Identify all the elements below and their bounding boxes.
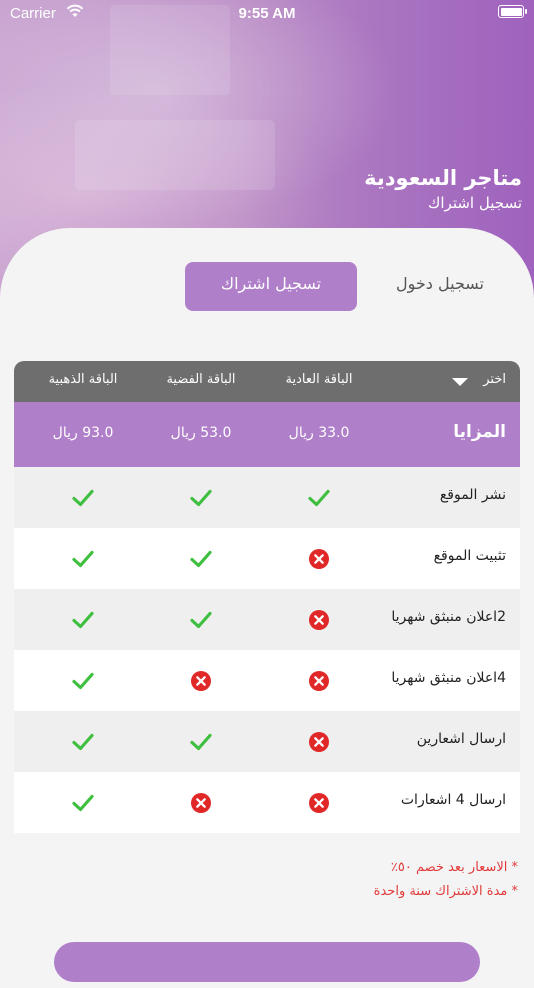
features-label: المزايا <box>453 422 506 442</box>
notes: * الاسعار بعد خصم ٥٠٪ * مدة الاشتراك سنة… <box>374 856 518 904</box>
check-icon <box>142 528 260 589</box>
table-body: نشر الموقع تثبيت الموقع 2اعلان منبثق شهريا… <box>14 467 520 833</box>
feature-label: 2اعلان منبثق شهريا <box>391 609 506 625</box>
column-basic: الباقة العادية <box>285 372 353 387</box>
column-gold: الباقة الذهبية <box>48 372 118 387</box>
tab-register[interactable]: تسجيل اشتراك <box>185 262 357 311</box>
plan-select[interactable]: اختر <box>483 372 506 387</box>
price-row: المزايا 33.0 ريال 53.0 ريال 93.0 ريال <box>14 402 520 467</box>
table-header: اختر الباقة العادية الباقة الفضية الباقة… <box>14 361 520 402</box>
cross-icon <box>260 772 378 833</box>
chevron-down-icon[interactable] <box>452 378 468 386</box>
table-row: ارسال اشعارين <box>14 711 520 772</box>
clock: 9:55 AM <box>238 5 296 22</box>
subscribe-button[interactable] <box>54 942 480 982</box>
cross-icon <box>260 589 378 650</box>
note-duration: * مدة الاشتراك سنة واحدة <box>373 884 518 899</box>
check-icon <box>24 711 142 772</box>
table-row: نشر الموقع <box>14 467 520 528</box>
check-icon <box>24 772 142 833</box>
cross-icon <box>260 528 378 589</box>
table-row: ارسال 4 اشعارات <box>14 772 520 833</box>
feature-label: ارسال 4 اشعارات <box>400 792 506 808</box>
battery-icon <box>498 5 527 18</box>
table-row: 4اعلان منبثق شهريا <box>14 650 520 711</box>
cross-icon <box>142 772 260 833</box>
cross-icon <box>142 650 260 711</box>
check-icon <box>142 467 260 528</box>
feature-label: ارسال اشعارين <box>416 731 506 747</box>
column-silver: الباقة الفضية <box>166 372 236 387</box>
check-icon <box>142 711 260 772</box>
background-photo-detail <box>75 120 275 190</box>
page-subtitle: تسجيل اشتراك <box>428 194 522 212</box>
check-icon <box>24 589 142 650</box>
table-row: 2اعلان منبثق شهريا <box>14 589 520 650</box>
feature-label: نشر الموقع <box>439 487 506 503</box>
check-icon <box>24 467 142 528</box>
check-icon <box>24 650 142 711</box>
price-silver: 53.0 ريال <box>170 425 232 441</box>
status-bar: Carrier 9:55 AM <box>0 0 534 28</box>
check-icon <box>24 528 142 589</box>
price-basic: 33.0 ريال <box>288 425 350 441</box>
app-title: متاجر السعودية <box>364 166 522 190</box>
plans-table: اختر الباقة العادية الباقة الفضية الباقة… <box>14 361 520 833</box>
table-row: تثبيت الموقع <box>14 528 520 589</box>
cross-icon <box>260 711 378 772</box>
check-icon <box>142 589 260 650</box>
price-gold: 93.0 ريال <box>52 425 114 441</box>
feature-label: تثبيت الموقع <box>433 548 506 564</box>
note-discount: * الاسعار بعد خصم ٥٠٪ <box>390 860 518 875</box>
cross-icon <box>260 650 378 711</box>
feature-label: 4اعلان منبثق شهريا <box>391 670 506 686</box>
tab-login[interactable]: تسجيل دخول <box>370 262 510 311</box>
check-icon <box>260 467 378 528</box>
